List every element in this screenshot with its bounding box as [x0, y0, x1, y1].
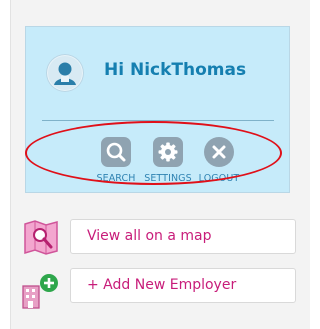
logout-button[interactable] [204, 137, 234, 167]
greeting-text: Hi NickThomas [104, 60, 247, 80]
add-employer-icon[interactable] [20, 272, 62, 310]
user-card: Hi NickThomas SEARCH SETTINGS LOGOUT [25, 26, 290, 193]
search-icon [106, 142, 126, 162]
divider [42, 120, 274, 121]
gear-icon [158, 142, 178, 162]
logout-action[interactable]: LOGOUT [184, 137, 254, 184]
close-icon [212, 145, 226, 159]
view-map-link[interactable]: View all on a map [70, 219, 296, 254]
avatar [46, 54, 84, 92]
search-button[interactable] [101, 137, 131, 167]
view-map-label[interactable]: View all on a map [87, 228, 212, 244]
add-employer-label[interactable]: + Add New Employer [87, 277, 236, 293]
add-employer-link[interactable]: + Add New Employer [70, 268, 296, 303]
logout-label[interactable]: LOGOUT [184, 173, 254, 184]
user-icon [48, 56, 82, 90]
map-icon[interactable] [22, 218, 60, 256]
settings-button[interactable] [153, 137, 183, 167]
